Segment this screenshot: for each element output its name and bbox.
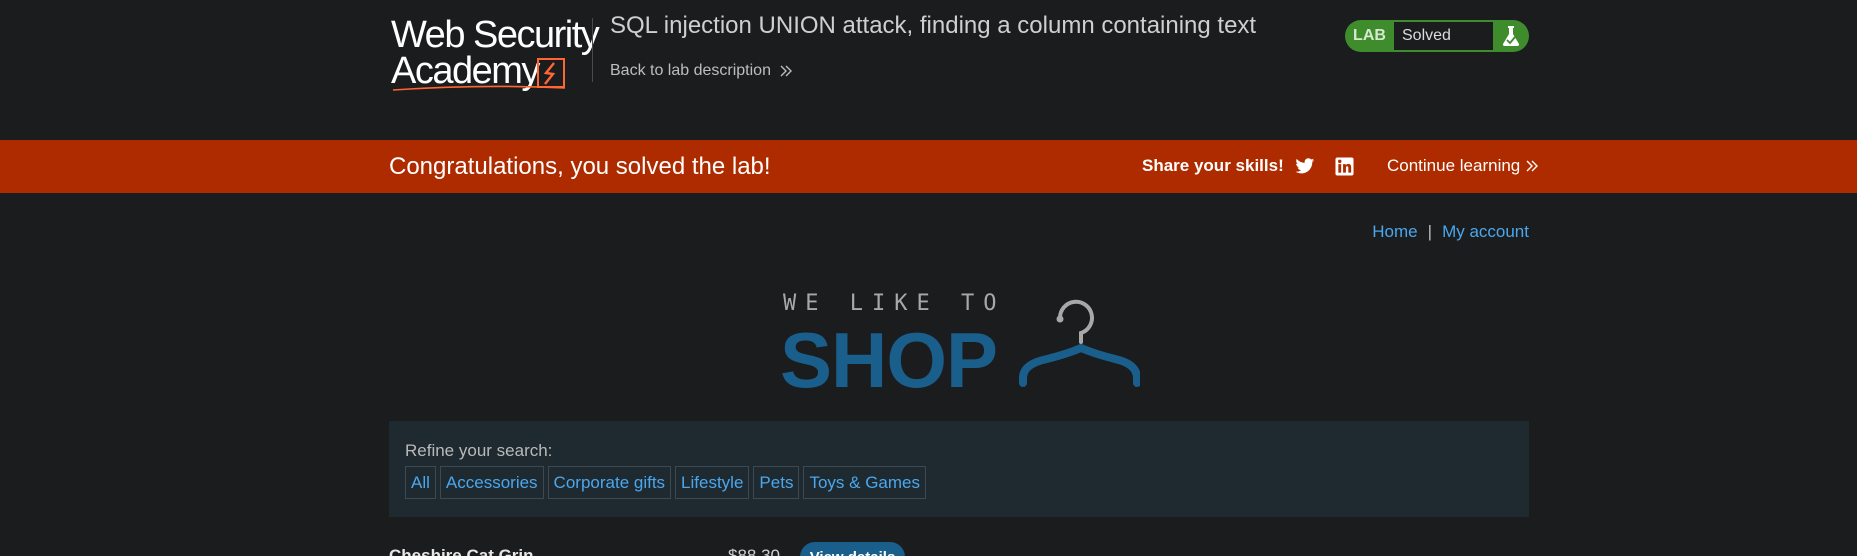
back-to-description-link[interactable]: Back to lab description: [610, 62, 793, 80]
continue-learning-link[interactable]: Continue learning: [1387, 156, 1539, 176]
home-link[interactable]: Home: [1372, 222, 1417, 242]
share-label: Share your skills!: [1142, 156, 1284, 175]
shop-wordmark: SHOP: [780, 316, 998, 404]
twitter-icon[interactable]: [1294, 155, 1316, 177]
product-name: Cheshire Cat Grin: [389, 546, 534, 556]
lab-status-tag: LAB: [1353, 27, 1386, 44]
category-accessories[interactable]: Accessories: [439, 466, 544, 499]
category-toys-games[interactable]: Toys & Games: [803, 466, 926, 499]
product-price: $88.30: [728, 546, 780, 556]
flask-icon: [1493, 20, 1529, 52]
view-details-button[interactable]: View details: [800, 542, 905, 556]
logo-line-1: Web Security: [391, 14, 600, 56]
hanger-icon: [1019, 299, 1140, 387]
page: Web Security Academy SQL injection UNION…: [0, 0, 1857, 556]
shop-logo: WE LIKE TO SHOP: [780, 288, 1140, 402]
lab-status-badge: LAB Solved: [1345, 20, 1529, 52]
lab-title: SQL injection UNION attack, finding a co…: [610, 12, 1257, 39]
category-all[interactable]: All: [405, 466, 436, 499]
shop-tagline: WE LIKE TO: [783, 291, 1006, 316]
linkedin-icon[interactable]: [1333, 155, 1355, 177]
refine-label: Refine your search:: [405, 441, 553, 460]
category-corporate-gifts[interactable]: Corporate gifts: [547, 466, 672, 499]
nav-separator: |: [1427, 222, 1433, 241]
academy-logo[interactable]: Web Security Academy: [391, 15, 600, 91]
my-account-link[interactable]: My account: [1442, 222, 1529, 242]
table-row: Cheshire Cat Grin $88.30 View details: [389, 542, 1529, 556]
academy-header: Web Security Academy SQL injection UNION…: [0, 0, 1857, 140]
category-filters: All Accessories Corporate gifts Lifestyl…: [405, 466, 926, 499]
congratulations-message: Congratulations, you solved the lab!: [389, 153, 771, 180]
header-divider: [592, 18, 593, 82]
double-chevron-icon: [1526, 160, 1539, 172]
category-pets[interactable]: Pets: [753, 466, 800, 499]
back-link-label: Back to lab description: [610, 62, 771, 79]
category-lifestyle[interactable]: Lifestyle: [675, 466, 750, 499]
top-nav: Home | My account: [1372, 222, 1529, 242]
filter-panel: Refine your search: All Accessories Corp…: [389, 421, 1529, 517]
continue-learning-label: Continue learning: [1387, 156, 1521, 175]
lab-status-value: Solved: [1394, 22, 1493, 50]
solved-banner: Congratulations, you solved the lab! Sha…: [0, 140, 1857, 193]
double-chevron-icon: [780, 65, 792, 77]
logo-swoosh-icon: [392, 85, 566, 91]
